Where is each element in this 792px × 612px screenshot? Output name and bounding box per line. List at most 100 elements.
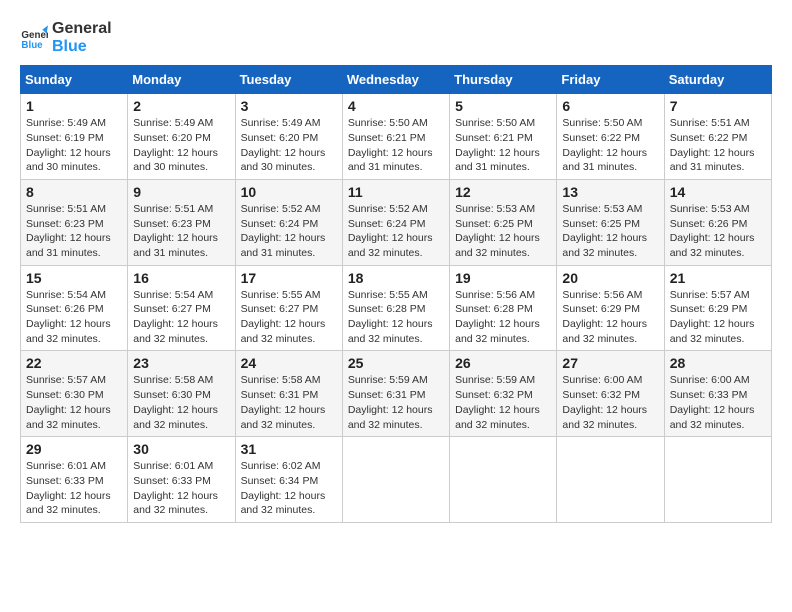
calendar-cell: 24 Sunrise: 5:58 AM Sunset: 6:31 PM Dayl… xyxy=(235,351,342,437)
day-info: Sunrise: 6:01 AM Sunset: 6:33 PM Dayligh… xyxy=(26,459,122,518)
day-info: Sunrise: 5:55 AM Sunset: 6:27 PM Dayligh… xyxy=(241,288,337,347)
day-number: 21 xyxy=(670,270,766,286)
logo-icon: General Blue xyxy=(20,24,48,52)
calendar-cell: 6 Sunrise: 5:50 AM Sunset: 6:22 PM Dayli… xyxy=(557,94,664,180)
calendar-cell xyxy=(342,437,449,523)
day-info: Sunrise: 5:52 AM Sunset: 6:24 PM Dayligh… xyxy=(241,202,337,261)
day-info: Sunrise: 5:49 AM Sunset: 6:20 PM Dayligh… xyxy=(241,116,337,175)
calendar-week-row: 29 Sunrise: 6:01 AM Sunset: 6:33 PM Dayl… xyxy=(21,437,772,523)
day-number: 13 xyxy=(562,184,658,200)
day-info: Sunrise: 5:54 AM Sunset: 6:26 PM Dayligh… xyxy=(26,288,122,347)
calendar-cell: 8 Sunrise: 5:51 AM Sunset: 6:23 PM Dayli… xyxy=(21,179,128,265)
calendar-table: SundayMondayTuesdayWednesdayThursdayFrid… xyxy=(20,65,772,523)
calendar-cell: 20 Sunrise: 5:56 AM Sunset: 6:29 PM Dayl… xyxy=(557,265,664,351)
day-info: Sunrise: 5:59 AM Sunset: 6:32 PM Dayligh… xyxy=(455,373,551,432)
logo-general: General xyxy=(52,20,112,38)
day-number: 16 xyxy=(133,270,229,286)
day-number: 2 xyxy=(133,98,229,114)
day-info: Sunrise: 5:49 AM Sunset: 6:20 PM Dayligh… xyxy=(133,116,229,175)
calendar-cell xyxy=(557,437,664,523)
calendar-cell: 22 Sunrise: 5:57 AM Sunset: 6:30 PM Dayl… xyxy=(21,351,128,437)
day-info: Sunrise: 6:02 AM Sunset: 6:34 PM Dayligh… xyxy=(241,459,337,518)
calendar-cell: 4 Sunrise: 5:50 AM Sunset: 6:21 PM Dayli… xyxy=(342,94,449,180)
day-info: Sunrise: 5:57 AM Sunset: 6:30 PM Dayligh… xyxy=(26,373,122,432)
calendar-cell: 23 Sunrise: 5:58 AM Sunset: 6:30 PM Dayl… xyxy=(128,351,235,437)
calendar-header-wednesday: Wednesday xyxy=(342,66,449,94)
day-number: 28 xyxy=(670,355,766,371)
day-number: 14 xyxy=(670,184,766,200)
day-info: Sunrise: 5:50 AM Sunset: 6:22 PM Dayligh… xyxy=(562,116,658,175)
logo: General Blue General Blue xyxy=(20,20,112,55)
calendar-header-monday: Monday xyxy=(128,66,235,94)
day-info: Sunrise: 5:49 AM Sunset: 6:19 PM Dayligh… xyxy=(26,116,122,175)
day-number: 20 xyxy=(562,270,658,286)
day-number: 5 xyxy=(455,98,551,114)
calendar-week-row: 22 Sunrise: 5:57 AM Sunset: 6:30 PM Dayl… xyxy=(21,351,772,437)
calendar-cell: 12 Sunrise: 5:53 AM Sunset: 6:25 PM Dayl… xyxy=(450,179,557,265)
calendar-cell: 27 Sunrise: 6:00 AM Sunset: 6:32 PM Dayl… xyxy=(557,351,664,437)
day-number: 19 xyxy=(455,270,551,286)
day-info: Sunrise: 5:53 AM Sunset: 6:25 PM Dayligh… xyxy=(562,202,658,261)
day-number: 6 xyxy=(562,98,658,114)
calendar-cell: 18 Sunrise: 5:55 AM Sunset: 6:28 PM Dayl… xyxy=(342,265,449,351)
day-number: 23 xyxy=(133,355,229,371)
day-number: 27 xyxy=(562,355,658,371)
day-info: Sunrise: 6:01 AM Sunset: 6:33 PM Dayligh… xyxy=(133,459,229,518)
day-number: 11 xyxy=(348,184,444,200)
svg-text:Blue: Blue xyxy=(21,39,43,50)
day-number: 18 xyxy=(348,270,444,286)
day-info: Sunrise: 5:51 AM Sunset: 6:23 PM Dayligh… xyxy=(133,202,229,261)
day-number: 30 xyxy=(133,441,229,457)
calendar-cell: 28 Sunrise: 6:00 AM Sunset: 6:33 PM Dayl… xyxy=(664,351,771,437)
day-info: Sunrise: 5:52 AM Sunset: 6:24 PM Dayligh… xyxy=(348,202,444,261)
day-info: Sunrise: 5:51 AM Sunset: 6:23 PM Dayligh… xyxy=(26,202,122,261)
day-info: Sunrise: 5:58 AM Sunset: 6:30 PM Dayligh… xyxy=(133,373,229,432)
calendar-cell: 9 Sunrise: 5:51 AM Sunset: 6:23 PM Dayli… xyxy=(128,179,235,265)
day-number: 8 xyxy=(26,184,122,200)
day-info: Sunrise: 5:50 AM Sunset: 6:21 PM Dayligh… xyxy=(455,116,551,175)
day-number: 15 xyxy=(26,270,122,286)
logo-blue: Blue xyxy=(52,38,112,56)
calendar-cell xyxy=(664,437,771,523)
day-info: Sunrise: 5:57 AM Sunset: 6:29 PM Dayligh… xyxy=(670,288,766,347)
day-number: 17 xyxy=(241,270,337,286)
day-info: Sunrise: 5:54 AM Sunset: 6:27 PM Dayligh… xyxy=(133,288,229,347)
day-number: 9 xyxy=(133,184,229,200)
day-info: Sunrise: 5:59 AM Sunset: 6:31 PM Dayligh… xyxy=(348,373,444,432)
day-number: 7 xyxy=(670,98,766,114)
day-info: Sunrise: 5:53 AM Sunset: 6:25 PM Dayligh… xyxy=(455,202,551,261)
calendar-cell: 26 Sunrise: 5:59 AM Sunset: 6:32 PM Dayl… xyxy=(450,351,557,437)
calendar-cell: 21 Sunrise: 5:57 AM Sunset: 6:29 PM Dayl… xyxy=(664,265,771,351)
calendar-header-friday: Friday xyxy=(557,66,664,94)
calendar-cell: 15 Sunrise: 5:54 AM Sunset: 6:26 PM Dayl… xyxy=(21,265,128,351)
calendar-cell: 1 Sunrise: 5:49 AM Sunset: 6:19 PM Dayli… xyxy=(21,94,128,180)
day-info: Sunrise: 5:56 AM Sunset: 6:29 PM Dayligh… xyxy=(562,288,658,347)
day-info: Sunrise: 5:51 AM Sunset: 6:22 PM Dayligh… xyxy=(670,116,766,175)
day-number: 10 xyxy=(241,184,337,200)
calendar-week-row: 8 Sunrise: 5:51 AM Sunset: 6:23 PM Dayli… xyxy=(21,179,772,265)
calendar-cell: 10 Sunrise: 5:52 AM Sunset: 6:24 PM Dayl… xyxy=(235,179,342,265)
calendar-header-sunday: Sunday xyxy=(21,66,128,94)
day-info: Sunrise: 5:53 AM Sunset: 6:26 PM Dayligh… xyxy=(670,202,766,261)
day-number: 31 xyxy=(241,441,337,457)
day-number: 3 xyxy=(241,98,337,114)
day-info: Sunrise: 5:58 AM Sunset: 6:31 PM Dayligh… xyxy=(241,373,337,432)
calendar-cell xyxy=(450,437,557,523)
day-number: 24 xyxy=(241,355,337,371)
calendar-cell: 16 Sunrise: 5:54 AM Sunset: 6:27 PM Dayl… xyxy=(128,265,235,351)
calendar-cell: 5 Sunrise: 5:50 AM Sunset: 6:21 PM Dayli… xyxy=(450,94,557,180)
calendar-cell: 14 Sunrise: 5:53 AM Sunset: 6:26 PM Dayl… xyxy=(664,179,771,265)
day-number: 12 xyxy=(455,184,551,200)
day-info: Sunrise: 5:56 AM Sunset: 6:28 PM Dayligh… xyxy=(455,288,551,347)
calendar-cell: 25 Sunrise: 5:59 AM Sunset: 6:31 PM Dayl… xyxy=(342,351,449,437)
calendar-cell: 17 Sunrise: 5:55 AM Sunset: 6:27 PM Dayl… xyxy=(235,265,342,351)
calendar-cell: 19 Sunrise: 5:56 AM Sunset: 6:28 PM Dayl… xyxy=(450,265,557,351)
day-number: 25 xyxy=(348,355,444,371)
day-number: 1 xyxy=(26,98,122,114)
calendar-week-row: 15 Sunrise: 5:54 AM Sunset: 6:26 PM Dayl… xyxy=(21,265,772,351)
calendar-cell: 3 Sunrise: 5:49 AM Sunset: 6:20 PM Dayli… xyxy=(235,94,342,180)
day-info: Sunrise: 6:00 AM Sunset: 6:33 PM Dayligh… xyxy=(670,373,766,432)
day-number: 29 xyxy=(26,441,122,457)
calendar-header-thursday: Thursday xyxy=(450,66,557,94)
calendar-cell: 31 Sunrise: 6:02 AM Sunset: 6:34 PM Dayl… xyxy=(235,437,342,523)
